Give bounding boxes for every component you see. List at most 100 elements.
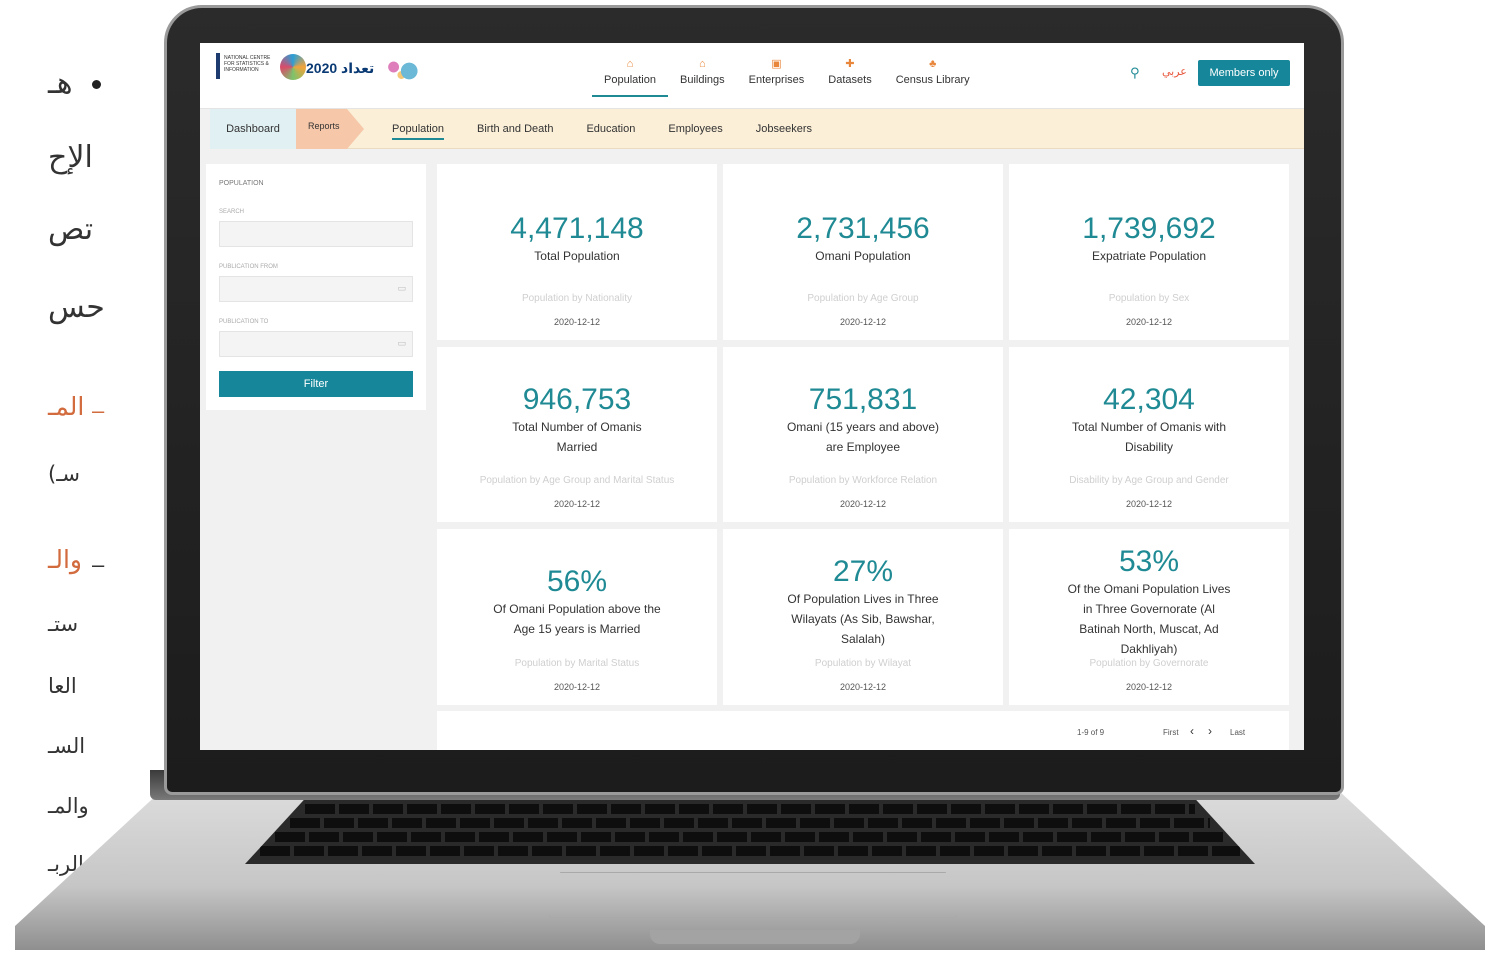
members-only-button[interactable]: Members only <box>1198 60 1290 86</box>
stat-card[interactable]: 1,739,692 Expatriate Population Populati… <box>1009 164 1289 340</box>
laptop-trackpad <box>548 872 958 918</box>
stat-card[interactable]: 751,831 Omani (15 years and above) are E… <box>723 347 1003 522</box>
stat-value: 751,831 <box>808 383 918 416</box>
stat-value: 946,753 <box>522 383 632 416</box>
library-icon: ♣ <box>929 58 937 70</box>
swirl-logo-icon <box>378 51 430 91</box>
nav-label: Datasets <box>828 74 872 86</box>
stat-label: Omani Population <box>815 249 911 263</box>
stat-date: 2020-12-12 <box>839 682 887 692</box>
search-label: SEARCH <box>219 209 245 215</box>
building-icon: ⌂ <box>698 58 706 70</box>
stat-card[interactable]: 53% Of the Omani Population Lives in Thr… <box>1009 529 1289 705</box>
census-logo-icon <box>280 54 306 80</box>
stat-link[interactable]: Population by Sex <box>1009 293 1289 304</box>
publication-from-field[interactable]: ▭ <box>219 276 413 302</box>
laptop-keyboard <box>245 798 1255 864</box>
stat-label: Total Population <box>534 249 620 263</box>
nav-item-population[interactable]: ⌂ Population <box>592 57 668 97</box>
stat-label: Expatriate Population <box>1091 249 1207 263</box>
filter-title: POPULATION <box>219 180 264 187</box>
pagination: 1-9 of 9 First ‹ › Last <box>437 711 1289 750</box>
filter-button[interactable]: Filter <box>219 371 413 397</box>
stat-label: Of the Omani Population Lives in Three G… <box>1067 582 1231 656</box>
stat-date: 2020-12-12 <box>839 499 887 509</box>
stat-date: 2020-12-12 <box>1125 682 1173 692</box>
stat-card[interactable]: 56% Of Omani Population above the Age 15… <box>437 529 717 705</box>
stat-link[interactable]: Population by Nationality <box>437 293 717 304</box>
tab-reports[interactable]: Reports <box>296 109 364 149</box>
bullet-icon <box>92 80 101 89</box>
stat-card[interactable]: 42,304 Total Number of Omanis with Disab… <box>1009 347 1289 522</box>
nav-item-enterprises[interactable]: ▣ Enterprises <box>737 57 817 95</box>
tab-birth-and-death[interactable]: Birth and Death <box>477 119 553 139</box>
slide-line: السـ <box>48 734 86 758</box>
census-logo-text[interactable]: 2020 تعداد <box>306 60 374 77</box>
nav-item-buildings[interactable]: ⌂ Buildings <box>668 57 737 95</box>
tab-employees[interactable]: Employees <box>668 119 722 139</box>
stat-link[interactable]: Population by Workforce Relation <box>723 475 1003 486</box>
pagination-range: 1-9 of 9 <box>1077 728 1105 737</box>
nav-item-census-library[interactable]: ♣ Census Library <box>884 57 982 95</box>
stat-date: 2020-12-12 <box>553 499 601 509</box>
stat-date: 2020-12-12 <box>553 682 601 692</box>
report-tabs: Population Birth and Death Education Emp… <box>392 109 845 149</box>
stat-date: 2020-12-12 <box>1125 499 1173 509</box>
stat-value: 42,304 <box>1103 383 1195 416</box>
nav-label: Enterprises <box>748 74 805 86</box>
stat-card[interactable]: 2,731,456 Omani Population Population by… <box>723 164 1003 340</box>
tab-jobseekers[interactable]: Jobseekers <box>756 119 812 139</box>
tab-population[interactable]: Population <box>392 119 444 140</box>
stat-link[interactable]: Population by Age Group <box>723 293 1003 304</box>
calendar-icon[interactable]: ▭ <box>397 283 406 294</box>
language-toggle[interactable]: عربي <box>1162 65 1187 78</box>
publication-from-label: PUBLICATION FROM <box>219 264 278 270</box>
sub-navigation: Dashboard Reports Population Birth and D… <box>210 109 1304 149</box>
first-page-button[interactable]: First <box>1163 728 1179 737</box>
publication-to-field[interactable]: ▭ <box>219 331 413 357</box>
tab-education[interactable]: Education <box>586 119 635 139</box>
slide-line: تص <box>48 212 94 247</box>
slide-line: هـ <box>48 66 73 101</box>
dash-icon: – <box>92 398 105 423</box>
chevron-left-icon[interactable]: ‹ <box>1190 724 1194 738</box>
main-nav: ⌂ Population ⌂ Buildings ▣ Enterprises ✚… <box>592 57 982 97</box>
filter-panel: POPULATION SEARCH PUBLICATION FROM ▭ PUB… <box>206 164 426 410</box>
stat-link[interactable]: Population by Age Group and Marital Stat… <box>437 475 717 486</box>
calendar-icon[interactable]: ▭ <box>397 338 406 349</box>
slide-subheading: المـ <box>48 392 85 421</box>
nav-label: Census Library <box>895 74 970 86</box>
stat-label: Of Omani Population above the Age 15 yea… <box>493 602 661 636</box>
stat-link[interactable]: Population by Governorate <box>1009 658 1289 669</box>
people-icon: ⌂ <box>626 58 634 70</box>
stat-card[interactable]: 4,471,148 Total Population Population by… <box>437 164 717 340</box>
last-page-button[interactable]: Last <box>1230 728 1245 737</box>
site-header: NATIONAL CENTRE FOR STATISTICS & INFORMA… <box>200 43 1304 109</box>
stat-date: 2020-12-12 <box>839 317 887 327</box>
stat-card[interactable]: 946,753 Total Number of Omanis Married P… <box>437 347 717 522</box>
stat-value: 1,739,692 <box>1082 212 1216 245</box>
slide-line: الإح <box>48 140 93 175</box>
stat-value: 56% <box>546 565 608 598</box>
nav-label: Buildings <box>680 74 725 86</box>
stat-link[interactable]: Population by Wilayat <box>723 658 1003 669</box>
tab-dashboard[interactable]: Dashboard <box>210 109 296 149</box>
stat-label: Total Number of Omanis with Disability <box>1071 420 1227 454</box>
stat-date: 2020-12-12 <box>1125 317 1173 327</box>
publication-to-label: PUBLICATION TO <box>219 319 269 325</box>
search-icon[interactable]: ⚲ <box>1130 65 1140 81</box>
search-input[interactable] <box>219 221 413 247</box>
enterprise-icon: ▣ <box>771 58 782 70</box>
slide-line: العا <box>48 674 77 698</box>
stat-label: Of Population Lives in Three Wilayats (A… <box>787 592 939 646</box>
stat-label: Total Number of Omanis Married <box>512 420 642 454</box>
stat-card[interactable]: 27% Of Population Lives in Three Wilayat… <box>723 529 1003 705</box>
chevron-right-icon[interactable]: › <box>1208 724 1212 738</box>
stat-value: 4,471,148 <box>510 212 644 245</box>
stat-value: 27% <box>832 555 894 588</box>
laptop-notch <box>650 930 860 944</box>
dataset-icon: ✚ <box>845 58 855 70</box>
stat-link[interactable]: Population by Marital Status <box>437 658 717 669</box>
stat-link[interactable]: Disability by Age Group and Gender <box>1009 475 1289 486</box>
nav-item-datasets[interactable]: ✚ Datasets <box>816 57 883 95</box>
